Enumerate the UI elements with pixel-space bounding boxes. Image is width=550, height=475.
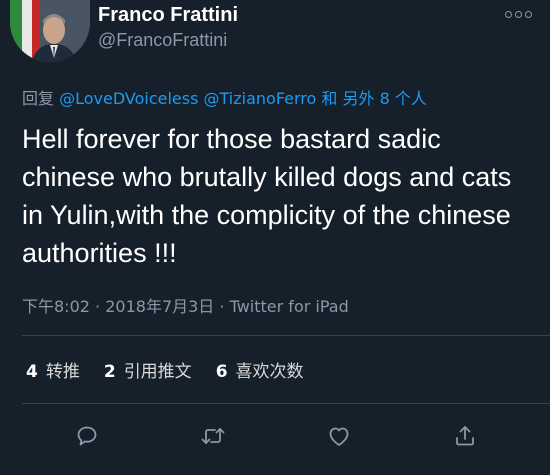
likes-stat[interactable]: 6 喜欢次数	[216, 357, 304, 382]
tweet-text: Hell forever for those bastard sadic chi…	[22, 124, 512, 268]
tweet-date[interactable]: 2018年7月3日	[105, 297, 214, 316]
author-handle[interactable]: @FrancoFrattini	[98, 30, 227, 51]
like-icon[interactable]	[321, 418, 357, 454]
action-bar	[0, 418, 550, 454]
author-name[interactable]: Franco Frattini	[98, 4, 238, 27]
divider	[22, 335, 550, 336]
quotes-stat[interactable]: 2 引用推文	[104, 357, 192, 382]
tweet-source[interactable]: Twitter for iPad	[230, 297, 349, 316]
more-recipients-link[interactable]: 和 另外 8 个人	[321, 89, 426, 108]
quotes-count: 2	[103, 362, 116, 382]
share-icon[interactable]	[447, 418, 483, 454]
retweet-icon[interactable]	[195, 418, 231, 454]
tweet-time[interactable]: 下午8:02	[22, 297, 90, 316]
avatar[interactable]	[10, 0, 90, 62]
likes-label: 喜欢次数	[235, 362, 304, 382]
meta-separator: ·	[219, 297, 225, 316]
divider	[22, 403, 550, 404]
reply-context: 回复 @LoveDVoiceless @TizianoFerro 和 另外 8 …	[22, 85, 427, 109]
more-icon[interactable]	[500, 4, 536, 24]
reply-prefix: 回复	[22, 89, 55, 108]
retweets-count: 4	[26, 362, 38, 382]
mention-link[interactable]: @LoveDVoiceless	[59, 89, 198, 108]
quotes-label: 引用推文	[123, 362, 192, 382]
tweet-meta: 下午8:02 · 2018年7月3日 · Twitter for iPad	[22, 293, 349, 317]
reply-icon[interactable]	[69, 418, 105, 454]
tweet-stats: 4 转推 2 引用推文 6 喜欢次数	[26, 357, 304, 382]
mention-link[interactable]: @TizianoFerro	[204, 89, 317, 108]
retweets-stat[interactable]: 4 转推	[26, 357, 80, 382]
likes-count: 6	[215, 362, 228, 382]
retweets-label: 转推	[45, 362, 80, 382]
meta-separator: ·	[95, 297, 101, 316]
